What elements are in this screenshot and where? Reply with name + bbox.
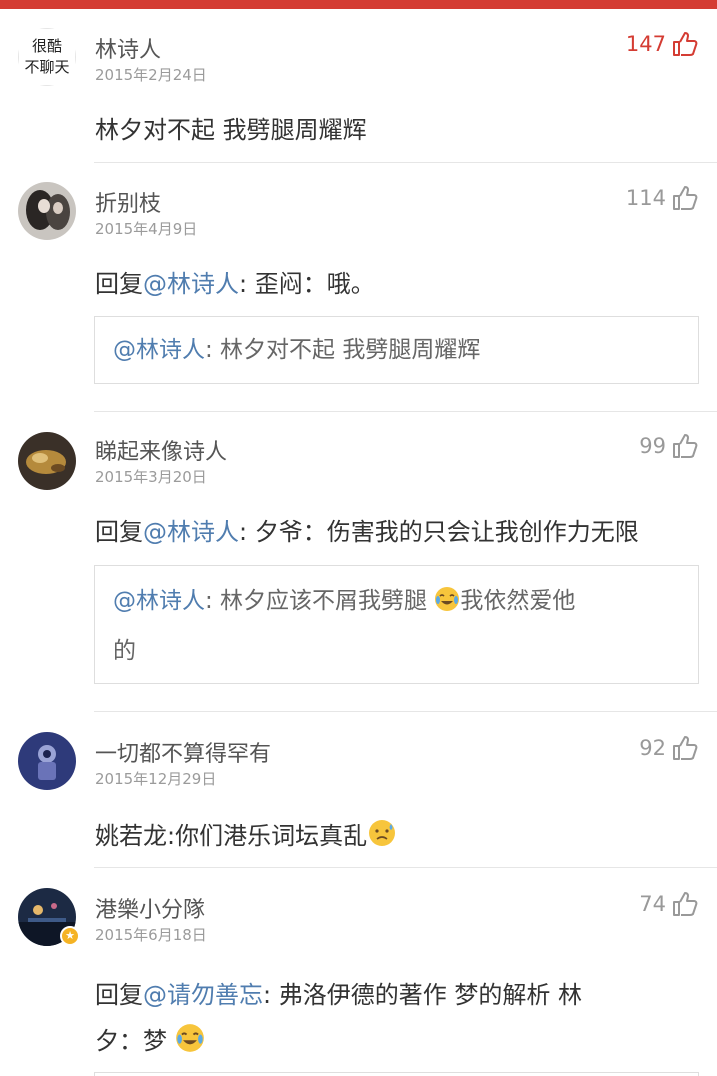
comment-item: 睇起来像诗人 2015年3月20日 99 回复@林诗人: 夕爷：伤害我的只会让我…: [0, 412, 717, 712]
like-button[interactable]: 114: [626, 184, 699, 212]
comment-text: 回复@林诗人: 歪闷：哦。: [95, 264, 699, 299]
divider: [94, 162, 717, 163]
like-count: 114: [625, 186, 666, 210]
mention-link[interactable]: @林诗人: [143, 518, 239, 546]
like-button[interactable]: 74: [639, 890, 699, 918]
comment-item: ★ 港樂小分隊 2015年6月18日 74 回复@请勿善忘: 弗洛伊德的著作 梦…: [0, 868, 717, 1076]
username[interactable]: 折别枝: [95, 186, 161, 218]
avatar-text: 很酷 不聊天: [18, 28, 76, 86]
like-count: 147: [625, 32, 666, 56]
avatar[interactable]: [18, 182, 76, 240]
thumbs-up-icon: [671, 184, 699, 212]
like-count: 99: [639, 434, 666, 458]
tears-of-joy-emoji: [434, 582, 460, 628]
thumbs-up-icon: [671, 734, 699, 762]
quoted-comment[interactable]: @林诗人: 林夕应该不屑我劈腿 我依然爱他的: [94, 565, 699, 684]
quote-text: 我依然爱他: [460, 588, 576, 614]
username[interactable]: 睇起来像诗人: [95, 434, 227, 466]
like-button[interactable]: 92: [639, 734, 699, 762]
username[interactable]: 一切都不算得罕有: [95, 736, 271, 768]
avatar-text-line1: 很酷: [31, 37, 62, 55]
comment-item: 很酷 不聊天 林诗人 2015年2月24日 147 林夕对不起 我劈腿周耀辉: [0, 0, 717, 164]
username[interactable]: 林诗人: [95, 32, 161, 64]
comment-text: 姚若龙:你们港乐词坛真乱: [95, 816, 699, 854]
reply-text: 夕：梦: [95, 1027, 175, 1055]
mention-link[interactable]: @请勿善忘: [143, 981, 263, 1009]
quote-text: : 林夕对不起 我劈腿周耀辉: [205, 337, 481, 363]
sad-sweat-emoji: [367, 818, 397, 854]
quote-text: 的: [113, 638, 136, 664]
like-button[interactable]: 99: [639, 432, 699, 460]
comment-item: 一切都不算得罕有 2015年12月29日 92 姚若龙:你们港乐词坛真乱: [0, 712, 717, 868]
quoted-comment-partial[interactable]: [94, 1072, 699, 1076]
mention-link[interactable]: @林诗人: [143, 270, 239, 298]
comment-date: 2015年6月18日: [95, 926, 207, 944]
like-count: 92: [639, 736, 666, 760]
comment-date: 2015年2月24日: [95, 66, 207, 84]
quote-text: : 林夕应该不屑我劈腿: [205, 588, 435, 614]
comment-date: 2015年3月20日: [95, 468, 207, 486]
comment-text: 林夕对不起 我劈腿周耀辉: [95, 116, 367, 144]
reply-prefix: 回复: [95, 981, 143, 1009]
comment-item: 折别枝 2015年4月9日 114 回复@林诗人: 歪闷：哦。 @林诗人: 林夕…: [0, 164, 717, 412]
thumbs-up-icon: [671, 890, 699, 918]
reply-prefix: 回复: [95, 518, 143, 546]
comment-date: 2015年12月29日: [95, 770, 217, 788]
avatar[interactable]: [18, 432, 76, 490]
thumbs-up-icon: [671, 30, 699, 58]
comment-text: 回复@请勿善忘: 弗洛伊德的著作 梦的解析 林夕：梦: [95, 972, 699, 1068]
username[interactable]: 港樂小分隊: [95, 892, 205, 924]
avatar[interactable]: [18, 732, 76, 790]
reply-text: : 弗洛伊德的著作 梦的解析 林: [263, 981, 582, 1009]
reply-prefix: 回复: [95, 270, 143, 298]
quoted-comment[interactable]: @林诗人: 林夕对不起 我劈腿周耀辉: [94, 316, 699, 384]
like-count: 74: [639, 892, 666, 916]
thumbs-up-icon: [671, 432, 699, 460]
reply-text: : 歪闷：哦。: [239, 270, 375, 298]
tears-of-joy-emoji: [175, 1022, 205, 1068]
comment-date: 2015年4月9日: [95, 220, 198, 238]
like-button[interactable]: 147: [626, 30, 699, 58]
avatar[interactable]: 很酷 不聊天: [18, 28, 76, 86]
comment-text: 回复@林诗人: 夕爷：伤害我的只会让我创作力无限: [95, 512, 699, 547]
avatar-text-line2: 不聊天: [24, 58, 70, 76]
reply-text: : 夕爷：伤害我的只会让我创作力无限: [239, 518, 639, 546]
mention-link[interactable]: @林诗人: [113, 337, 205, 363]
mention-link[interactable]: @林诗人: [113, 588, 205, 614]
star-badge-icon: ★: [60, 926, 80, 946]
comment-body: 姚若龙:你们港乐词坛真乱: [95, 822, 368, 850]
